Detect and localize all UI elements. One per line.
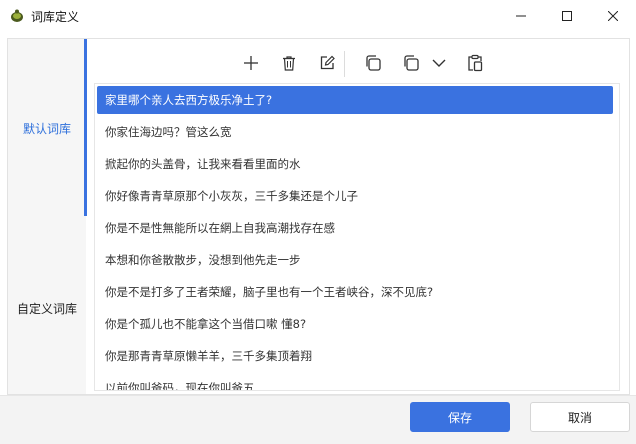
trash-icon: [283, 56, 295, 71]
sidebar-active-indicator: [84, 39, 87, 216]
paste-icon: [468, 54, 483, 72]
minimize-button[interactable]: [498, 0, 544, 32]
copy-button[interactable]: [360, 49, 386, 77]
window-title: 词库定义: [31, 10, 80, 24]
list-item[interactable]: 你是那青青草原懒羊羊，三千多集顶着翔: [97, 342, 613, 370]
paste-button[interactable]: [462, 49, 488, 77]
add-button[interactable]: [238, 49, 264, 77]
list-item[interactable]: 本想和你爸散散步，没想到他先走一步: [97, 246, 613, 274]
maximize-icon: [562, 11, 572, 21]
chevron-down-icon: [432, 59, 446, 67]
list-item[interactable]: 你是个孤儿也不能拿这个当借口嗽 懂8?: [97, 310, 613, 338]
list-item[interactable]: 你是不是性無能所以在網上自我高潮找存在感: [97, 214, 613, 242]
list-item[interactable]: 以前你叫爸码，现在你叫爸五: [97, 374, 613, 390]
copy-dropdown-icon: [404, 55, 419, 71]
title-bar: 词库定义: [0, 0, 636, 32]
list-item[interactable]: 你是不是打多了王者荣耀，脑子里也有一个王者峡谷，深不见底?: [97, 278, 613, 306]
sidebar-item-default-lexicon[interactable]: 默认词库: [8, 120, 86, 137]
edit-icon: [320, 55, 335, 70]
list-item[interactable]: 家里哪个亲人去西方极乐净土了?: [97, 86, 613, 114]
copy-icon: [366, 55, 381, 71]
minimize-icon: [516, 15, 526, 17]
app-icon: [11, 9, 23, 22]
edit-button[interactable]: [314, 49, 340, 77]
list-item[interactable]: 你好像青青草原那个小灰灰，三千多集还是个儿子: [97, 182, 613, 210]
close-button[interactable]: [590, 0, 636, 32]
copy-to-dropdown[interactable]: [426, 49, 452, 77]
save-button[interactable]: 保存: [410, 402, 510, 432]
delete-button[interactable]: [276, 49, 302, 77]
maximize-button[interactable]: [544, 0, 590, 32]
dialog-footer: 保存 取消: [0, 395, 636, 444]
sidebar-item-custom-lexicon[interactable]: 自定义词库: [8, 300, 86, 317]
copy-to-button[interactable]: [398, 49, 424, 77]
close-icon: [608, 11, 618, 21]
list-item[interactable]: 你家住海边吗？管这么宽: [97, 118, 613, 146]
cancel-button[interactable]: 取消: [530, 402, 630, 432]
toolbar-separator: [344, 51, 345, 77]
list-item[interactable]: 掀起你的头盖骨，让我来看看里面的水: [97, 150, 613, 178]
content-panel: 默认词库 自定义词库 家里哪个亲人去西方极乐净土了? 你家住海边吗？管这么宽 掀…: [7, 38, 630, 395]
lexicon-list[interactable]: 家里哪个亲人去西方极乐净土了? 你家住海边吗？管这么宽 掀起你的头盖骨，让我来看…: [94, 83, 620, 391]
plus-icon: [244, 56, 258, 70]
sidebar: 默认词库 自定义词库: [8, 39, 86, 394]
